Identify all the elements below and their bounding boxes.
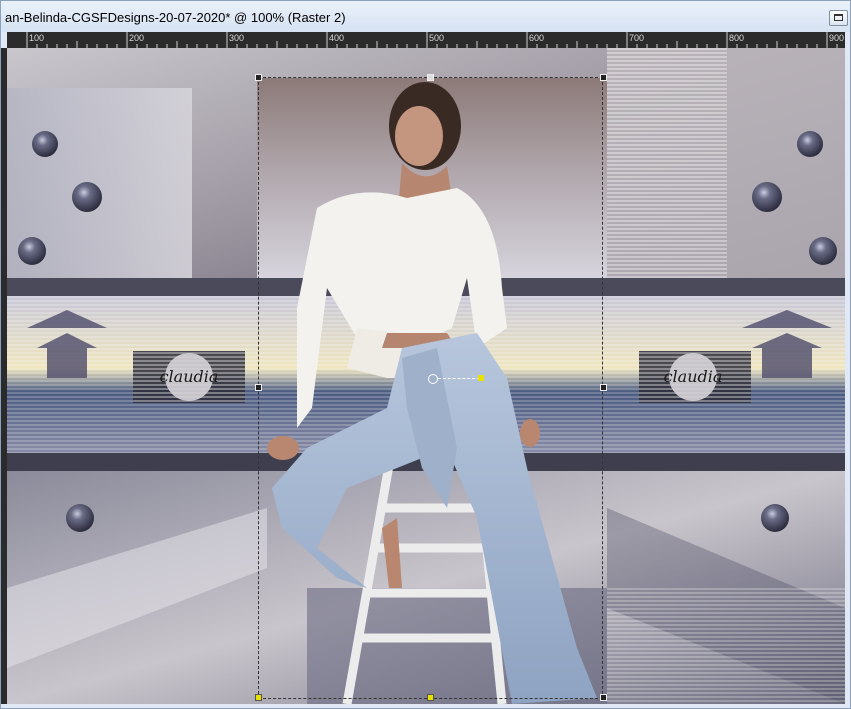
ruler-label: 700 [629, 33, 644, 43]
ruler-label: 200 [129, 33, 144, 43]
rotation-pivot[interactable] [428, 374, 438, 384]
bead [761, 504, 789, 532]
ruler-label: 300 [229, 33, 244, 43]
bead [809, 237, 837, 265]
ruler-label: 400 [329, 33, 344, 43]
ruler-label: 600 [529, 33, 544, 43]
watermark-left: claudia [133, 351, 245, 403]
corner-handle-bottom-left[interactable] [255, 694, 262, 701]
side-handle-right[interactable] [600, 384, 607, 391]
image-canvas[interactable]: claudia claudia [7, 48, 845, 704]
ruler-label: 500 [429, 33, 444, 43]
rotation-arm [438, 378, 480, 379]
side-handle-left[interactable] [255, 384, 262, 391]
bead [32, 131, 58, 157]
watermark-right: claudia [639, 351, 751, 403]
restore-button[interactable] [829, 10, 848, 26]
title-bar[interactable]: an-Belinda-CGSFDesigns-20-07-2020* @ 100… [1, 1, 850, 32]
corner-handle-top-right[interactable] [600, 74, 607, 81]
ruler-ticks: 100 200 300 400 500 600 700 800 900 [26, 32, 844, 48]
bead [18, 237, 46, 265]
watermark-label: claudia [160, 367, 219, 386]
watermark-label: claudia [664, 367, 723, 386]
window-title: an-Belinda-CGSFDesigns-20-07-2020* @ 100… [5, 10, 346, 25]
floor-stripes-right [607, 588, 845, 704]
side-handle-bottom[interactable] [427, 694, 434, 701]
restore-icon [834, 14, 843, 21]
right-stripes [607, 48, 727, 283]
ruler-label: 900 [829, 33, 844, 43]
ruler-label: 800 [729, 33, 744, 43]
image-window: an-Belinda-CGSFDesigns-20-07-2020* @ 100… [0, 0, 851, 709]
bead [752, 182, 782, 212]
side-handle-top[interactable] [427, 74, 434, 81]
bead [66, 504, 94, 532]
bead [72, 182, 102, 212]
selection-marquee[interactable] [258, 77, 603, 699]
horizontal-ruler[interactable]: 100 200 300 400 500 600 700 800 900 [7, 32, 845, 48]
corner-handle-top-left[interactable] [255, 74, 262, 81]
ruler-label: 100 [29, 33, 44, 43]
rotation-handle[interactable] [478, 375, 484, 381]
corner-handle-bottom-right[interactable] [600, 694, 607, 701]
bead [797, 131, 823, 157]
